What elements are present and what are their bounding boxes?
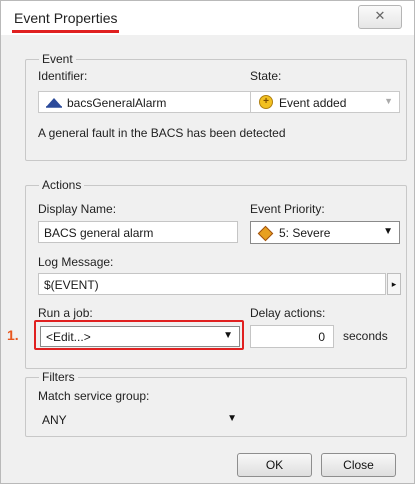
match-service-group-select[interactable]: ANY ▼ xyxy=(38,408,244,430)
identifier-value: bacsGeneralAlarm xyxy=(67,96,167,110)
display-name-value: BACS general alarm xyxy=(44,226,154,240)
ok-button[interactable]: OK xyxy=(237,453,312,477)
event-priority-label: Event Priority: xyxy=(250,202,325,216)
delay-actions-label: Delay actions: xyxy=(250,306,326,320)
filters-group: Filters Match service group: ANY ▼ xyxy=(25,370,407,437)
chevron-down-icon: ▼ xyxy=(383,226,393,237)
close-icon[interactable]: ✕ xyxy=(358,5,402,29)
state-select[interactable]: + Event added ▼ xyxy=(250,91,400,113)
event-description: A general fault in the BACS has been det… xyxy=(38,126,286,140)
delay-actions-field[interactable]: 0 xyxy=(250,325,334,348)
severity-diamond-icon xyxy=(257,225,274,242)
title-bar: Event Properties ✕ xyxy=(1,1,414,35)
state-label: State: xyxy=(250,69,282,83)
run-job-annotation-box xyxy=(34,320,244,350)
event-group-legend: Event xyxy=(39,52,76,66)
state-value: Event added xyxy=(279,96,347,110)
match-service-group-value: ANY xyxy=(42,413,67,427)
add-icon: + xyxy=(259,95,273,109)
log-message-label: Log Message: xyxy=(38,255,114,269)
event-group: Event Identifier: bacsGeneralAlarm ▼ Sta… xyxy=(25,52,407,161)
close-button[interactable]: Close xyxy=(321,453,396,477)
delay-unit-label: seconds xyxy=(343,329,388,343)
delay-actions-value: 0 xyxy=(318,330,325,344)
event-priority-value: 5: Severe xyxy=(279,226,331,240)
log-message-insert-button[interactable]: ▸ xyxy=(387,273,401,295)
event-properties-dialog: Event Properties ✕ Event Identifier: bac… xyxy=(0,0,415,484)
dialog-title: Event Properties xyxy=(14,10,118,26)
run-job-label: Run a job: xyxy=(38,306,93,320)
display-name-field[interactable]: BACS general alarm xyxy=(38,221,238,243)
chevron-down-icon: ▼ xyxy=(384,96,393,106)
identifier-label: Identifier: xyxy=(38,69,88,83)
step-number-annotation: 1. xyxy=(7,327,19,343)
log-message-value: $(EVENT) xyxy=(44,278,99,292)
event-line-icon xyxy=(46,98,62,108)
event-priority-select[interactable]: 5: Severe ▼ xyxy=(250,221,400,244)
display-name-label: Display Name: xyxy=(38,202,117,216)
match-service-group-label: Match service group: xyxy=(38,389,150,403)
actions-group-legend: Actions xyxy=(39,178,85,192)
identifier-select[interactable]: bacsGeneralAlarm ▼ xyxy=(38,91,270,113)
chevron-down-icon: ▼ xyxy=(227,413,237,424)
filters-group-legend: Filters xyxy=(39,370,78,384)
title-annotation-underline xyxy=(12,30,119,33)
log-message-field[interactable]: $(EVENT) xyxy=(38,273,386,295)
